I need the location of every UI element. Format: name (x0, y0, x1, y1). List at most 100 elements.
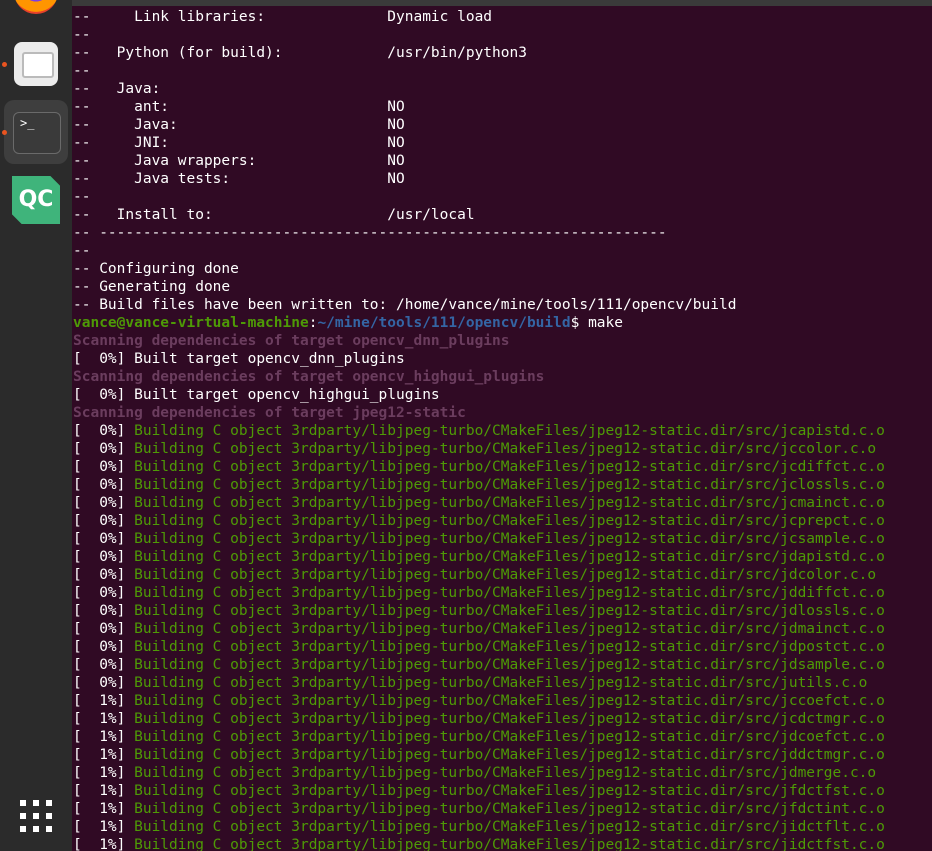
qt-creator-icon[interactable]: QC (12, 176, 60, 224)
build-text: Building C object 3rdparty/libjpeg-turbo… (134, 549, 885, 565)
build-text: Building C object 3rdparty/libjpeg-turbo… (134, 801, 885, 817)
terminal-icon[interactable]: >_ (13, 112, 61, 154)
build-text: Building C object 3rdparty/libjpeg-turbo… (134, 621, 885, 637)
build-text: Building C object 3rdparty/libjpeg-turbo… (134, 711, 885, 727)
build-line: [ 1%] Building C object 3rdparty/libjpeg… (73, 728, 932, 746)
build-text: Building C object 3rdparty/libjpeg-turbo… (134, 495, 885, 511)
build-line: [ 1%] Building C object 3rdparty/libjpeg… (73, 782, 932, 800)
running-indicator (2, 62, 7, 67)
build-percent: [ 0%] (73, 459, 135, 475)
prompt-path: ~/mine/tools/111/opencv/build (317, 315, 571, 331)
build-line: [ 0%] Building C object 3rdparty/libjpeg… (73, 674, 932, 692)
build-percent: [ 0%] (73, 477, 135, 493)
summary-line: -- Link libraries: Dynamic load (73, 9, 493, 25)
build-text: Building C object 3rdparty/libjpeg-turbo… (134, 423, 885, 439)
build-text: Building C object 3rdparty/libjpeg-turbo… (134, 531, 885, 547)
summary-line: -- (73, 189, 91, 205)
summary-line: -- Generating done (73, 279, 231, 295)
build-percent: [ 1%] (73, 819, 135, 835)
build-line: [ 0%] Building C object 3rdparty/libjpeg… (73, 458, 932, 476)
scan-line: Scanning dependencies of target jpeg12-s… (73, 405, 466, 421)
build-text: Building C object 3rdparty/libjpeg-turbo… (134, 585, 885, 601)
build-line: [ 0%] Building C object 3rdparty/libjpeg… (73, 602, 932, 620)
prompt-line: vance@vance-virtual-machine:~/mine/tools… (73, 314, 932, 332)
prompt-symbol: $ (570, 315, 589, 331)
summary-line: -- -------------------------------------… (73, 225, 667, 241)
build-text: Building C object 3rdparty/libjpeg-turbo… (134, 819, 885, 835)
firefox-icon[interactable] (14, 0, 58, 14)
build-percent: [ 0%] (73, 675, 135, 691)
build-line: [ 0%] Building C object 3rdparty/libjpeg… (73, 620, 932, 638)
build-percent: [ 0%] (73, 441, 135, 457)
summary-line: -- Build files have been written to: /ho… (73, 297, 737, 313)
build-line: [ 0%] Building C object 3rdparty/libjpeg… (73, 530, 932, 548)
build-percent: [ 0%] (73, 621, 135, 637)
cmake-summary: -- Link libraries: Dynamic load -- -- Pyth… (73, 8, 932, 314)
files-icon[interactable] (14, 42, 58, 86)
build-percent: [ 1%] (73, 783, 135, 799)
build-percent: [ 0%] (73, 423, 135, 439)
build-percent: [ 0%] (73, 585, 135, 601)
build-text: Building C object 3rdparty/libjpeg-turbo… (134, 783, 885, 799)
build-line: [ 0%] Building C object 3rdparty/libjpeg… (73, 440, 932, 458)
summary-line: -- (73, 27, 91, 43)
build-text: Building C object 3rdparty/libjpeg-turbo… (134, 657, 885, 673)
running-indicator (2, 130, 7, 135)
build-line: [ 0%] Building C object 3rdparty/libjpeg… (73, 638, 932, 656)
summary-line: -- Java wrappers: NO (73, 153, 405, 169)
build-percent: [ 1%] (73, 837, 135, 851)
summary-line: -- Install to: /usr/local (73, 207, 475, 223)
build-percent: [ 0%] (73, 513, 135, 529)
build-text: Building C object 3rdparty/libjpeg-turbo… (134, 675, 868, 691)
summary-line: -- (73, 63, 91, 79)
build-percent: [ 0%] (73, 567, 135, 583)
show-applications-icon[interactable] (20, 800, 52, 832)
build-line: [ 1%] Building C object 3rdparty/libjpeg… (73, 764, 932, 782)
summary-line: -- ant: NO (73, 99, 405, 115)
build-percent: [ 0%] (73, 657, 135, 673)
build-percent: [ 1%] (73, 729, 135, 745)
build-line: [ 1%] Building C object 3rdparty/libjpeg… (73, 836, 932, 851)
build-text: Building C object 3rdparty/libjpeg-turbo… (134, 639, 885, 655)
build-text: Building C object 3rdparty/libjpeg-turbo… (134, 729, 885, 745)
build-line: [ 1%] Building C object 3rdparty/libjpeg… (73, 692, 932, 710)
scan-line: Scanning dependencies of target opencv_h… (73, 369, 545, 385)
built-target-line: [ 0%] Built target opencv_dnn_plugins (73, 351, 405, 367)
scan-line: Scanning dependencies of target opencv_d… (73, 333, 510, 349)
build-percent: [ 0%] (73, 639, 135, 655)
build-text: Building C object 3rdparty/libjpeg-turbo… (134, 441, 877, 457)
window-titlebar (72, 0, 932, 6)
build-lines: [ 0%] Building C object 3rdparty/libjpeg… (73, 422, 932, 851)
summary-line: -- Configuring done (73, 261, 239, 277)
build-text: Building C object 3rdparty/libjpeg-turbo… (134, 765, 877, 781)
build-text: Building C object 3rdparty/libjpeg-turbo… (134, 747, 885, 763)
build-text: Building C object 3rdparty/libjpeg-turbo… (134, 837, 885, 851)
terminal-output[interactable]: -- Link libraries: Dynamic load -- -- Pyth… (73, 8, 932, 851)
build-line: [ 0%] Building C object 3rdparty/libjpeg… (73, 656, 932, 674)
dock: >_ QC (0, 0, 72, 851)
build-text: Building C object 3rdparty/libjpeg-turbo… (134, 693, 885, 709)
build-text: Building C object 3rdparty/libjpeg-turbo… (134, 513, 885, 529)
folder-icon (22, 52, 54, 78)
build-text: Building C object 3rdparty/libjpeg-turbo… (134, 567, 877, 583)
summary-line: -- Java: NO (73, 117, 405, 133)
build-percent: [ 0%] (73, 603, 135, 619)
build-line: [ 0%] Building C object 3rdparty/libjpeg… (73, 494, 932, 512)
build-line: [ 0%] Building C object 3rdparty/libjpeg… (73, 476, 932, 494)
build-percent: [ 0%] (73, 549, 135, 565)
build-percent: [ 1%] (73, 747, 135, 763)
summary-line: -- (73, 243, 91, 259)
build-text: Building C object 3rdparty/libjpeg-turbo… (134, 603, 885, 619)
terminal-glyph: >_ (20, 116, 35, 130)
build-line: [ 0%] Building C object 3rdparty/libjpeg… (73, 548, 932, 566)
build-line: [ 1%] Building C object 3rdparty/libjpeg… (73, 800, 932, 818)
build-line: [ 1%] Building C object 3rdparty/libjpeg… (73, 746, 932, 764)
build-text: Building C object 3rdparty/libjpeg-turbo… (134, 477, 885, 493)
build-line: [ 0%] Building C object 3rdparty/libjpeg… (73, 512, 932, 530)
build-percent: [ 1%] (73, 765, 135, 781)
build-percent: [ 1%] (73, 711, 135, 727)
prompt-user-host: vance@vance-virtual-machine (73, 315, 309, 331)
build-percent: [ 1%] (73, 693, 135, 709)
build-line: [ 0%] Building C object 3rdparty/libjpeg… (73, 584, 932, 602)
summary-line: -- Python (for build): /usr/bin/python3 (73, 45, 527, 61)
